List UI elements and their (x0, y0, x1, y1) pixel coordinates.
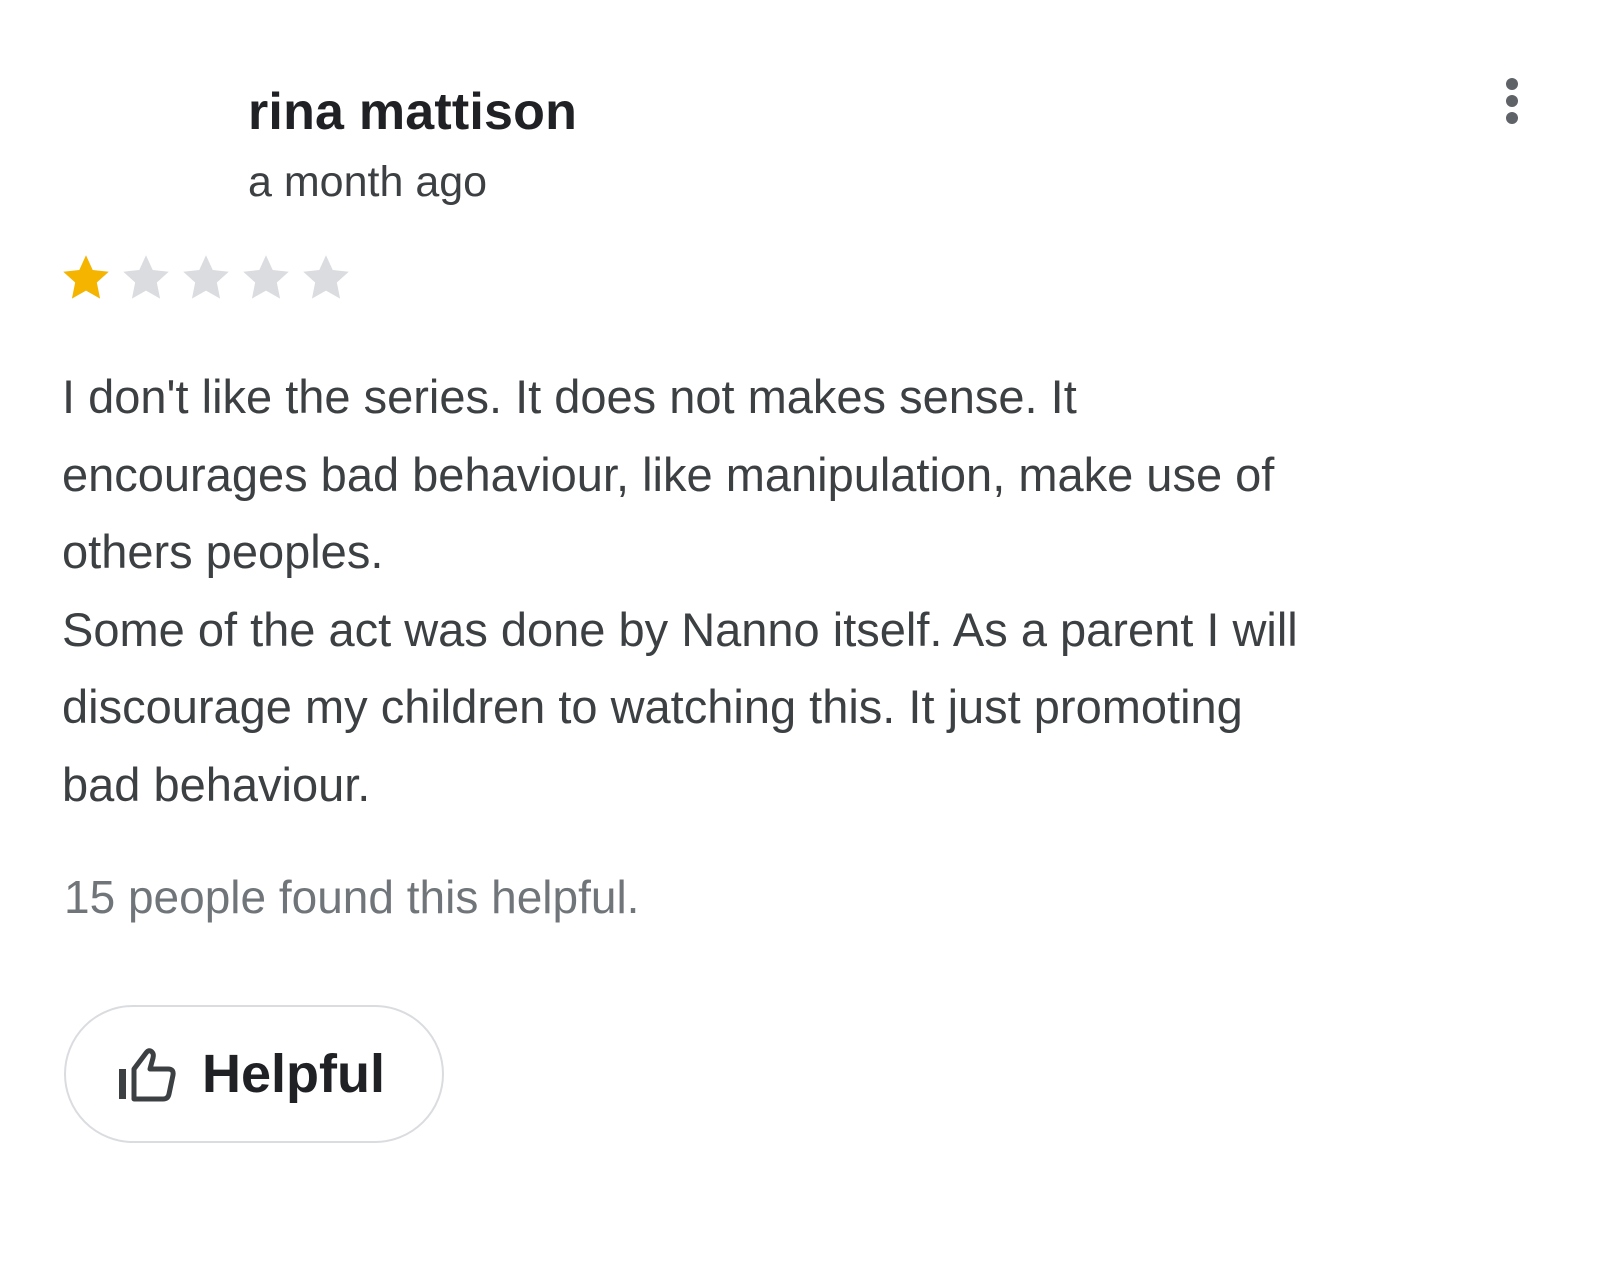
star-empty-icon (303, 255, 349, 299)
star-filled-icon (63, 255, 109, 299)
author-name: rina mattison (248, 83, 578, 141)
more-vert-icon-dot (1506, 112, 1518, 124)
review-body: I don't like the series. It does not mak… (62, 358, 1542, 823)
review-paragraph: I don't like the series. It does not mak… (62, 370, 1275, 578)
more-options-button[interactable] (1490, 70, 1534, 132)
helpful-button-label: Helpful (202, 1044, 385, 1104)
more-vert-icon (1506, 78, 1518, 90)
thumbs-up-icon (119, 1048, 176, 1102)
review-date: a month ago (248, 158, 488, 206)
review-card: rina mattison a month ago I don't like t… (0, 0, 1600, 1273)
star-empty-icon (123, 255, 169, 299)
review-paragraph: Some of the act was done by Nanno itself… (62, 602, 1298, 811)
star-empty-icon (243, 255, 289, 299)
star-rating (60, 248, 360, 308)
more-vert-icon-dot (1506, 95, 1518, 107)
helpful-count: 15 people found this helpful. (64, 871, 640, 923)
helpful-button[interactable]: Helpful (64, 1005, 444, 1143)
star-empty-icon (183, 255, 229, 299)
